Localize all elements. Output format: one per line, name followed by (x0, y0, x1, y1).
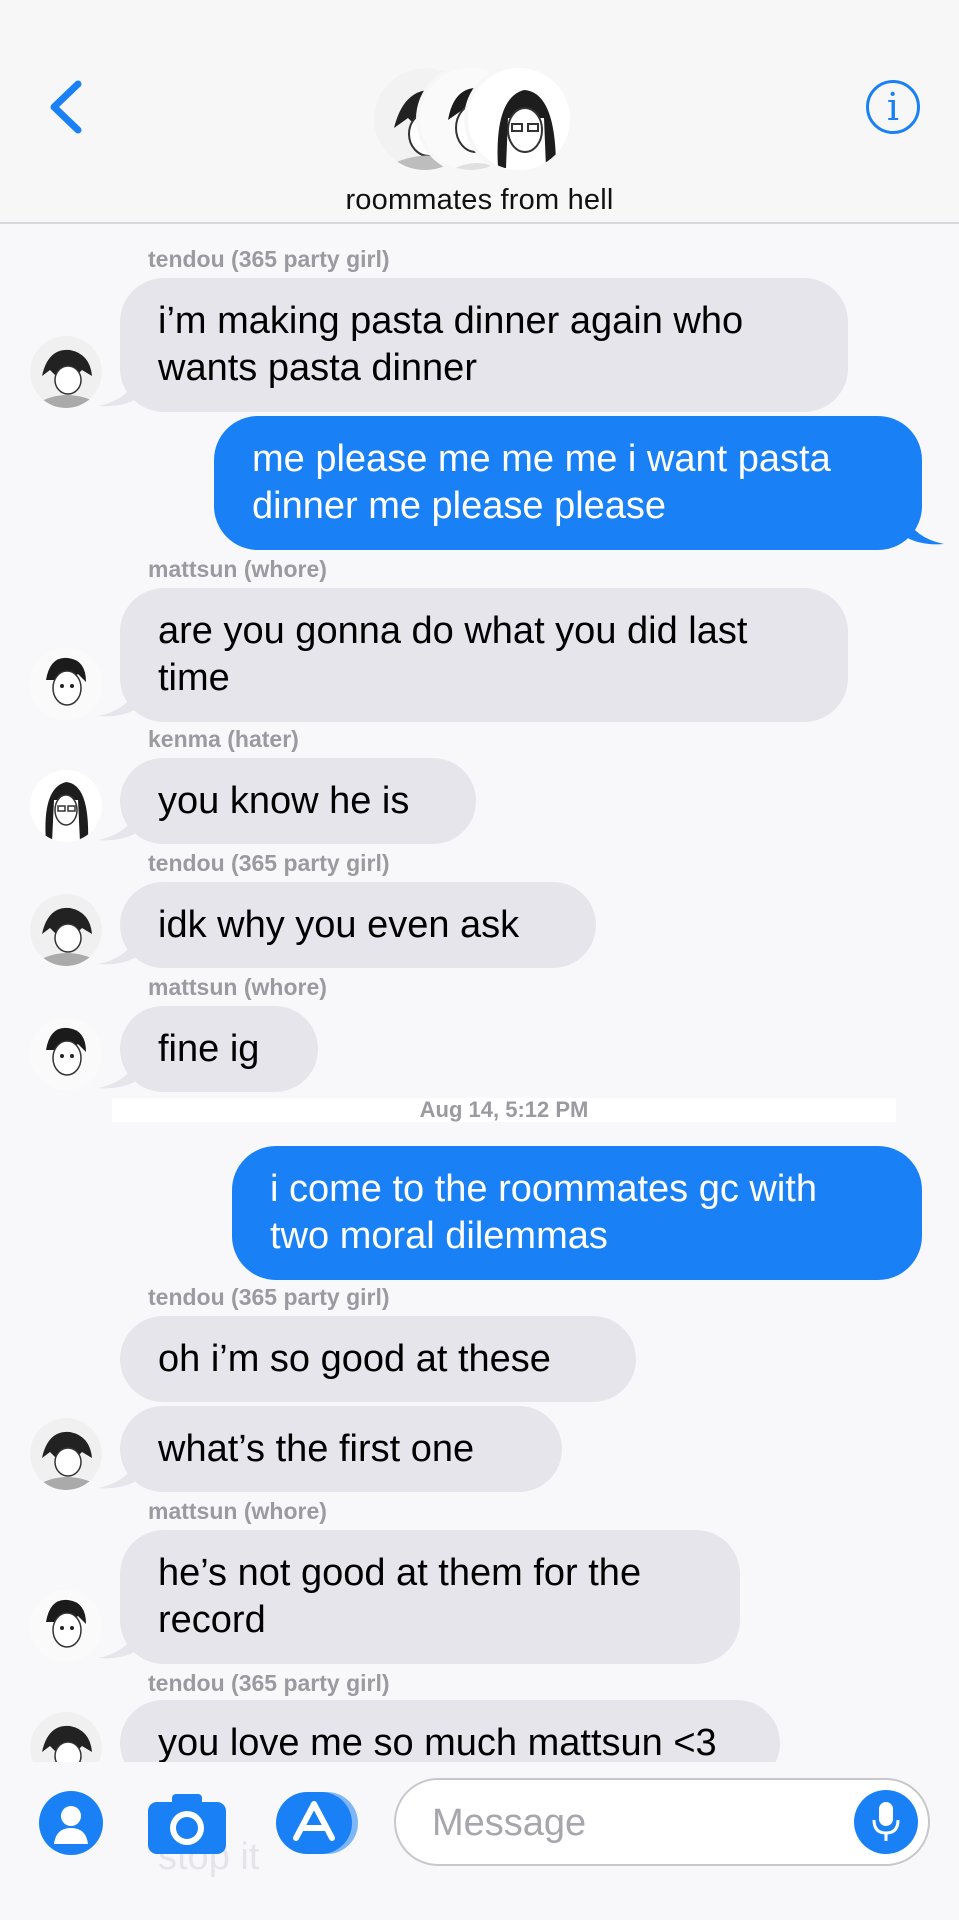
avatar-mattsun[interactable] (30, 1018, 102, 1090)
sender-name: tendou (365 party girl) (148, 246, 390, 272)
sender-name: kenma (hater) (148, 726, 299, 752)
conversation-header: i roommates from hell (0, 0, 959, 224)
avatar-kenma[interactable] (30, 770, 102, 842)
message-list[interactable]: tendou (365 party girl) i’m making pasta… (0, 226, 959, 1762)
bubble-tail (98, 810, 138, 841)
avatar-mattsun[interactable] (30, 1590, 102, 1662)
info-icon[interactable]: i (866, 80, 920, 134)
incoming-message-bubble[interactable]: what’s the first one (120, 1406, 562, 1492)
sender-name: tendou (365 party girl) (148, 850, 390, 876)
sender-name: mattsun (whore) (148, 974, 327, 1000)
incoming-message-bubble[interactable]: idk why you even ask (120, 882, 596, 968)
contact-icon[interactable] (38, 1790, 104, 1856)
bubble-tail (98, 686, 138, 717)
avatar-tendou[interactable] (30, 894, 102, 966)
incoming-message-bubble[interactable]: you love me so much mattsun <3 (120, 1700, 780, 1762)
bubble-tail (98, 1458, 138, 1489)
outgoing-message-bubble[interactable]: me please me me me i want pasta dinner m… (214, 416, 922, 550)
sender-name: tendou (365 party girl) (148, 1284, 390, 1310)
incoming-message-bubble[interactable]: you know he is (120, 758, 476, 844)
avatar-tendou[interactable] (30, 336, 102, 408)
back-chevron-icon[interactable] (44, 78, 92, 136)
incoming-message-bubble[interactable]: oh i’m so good at these (120, 1316, 636, 1402)
group-avatar-3 (464, 64, 574, 174)
group-title[interactable]: roommates from hell (0, 184, 959, 217)
avatar-tendou[interactable] (30, 1712, 102, 1762)
bubble-tail (904, 514, 944, 545)
microphone-icon[interactable] (854, 1790, 918, 1854)
sender-name: mattsun (whore) (148, 556, 327, 582)
sender-name: tendou (365 party girl) (148, 1670, 390, 1696)
incoming-message-bubble[interactable]: he’s not good at them for the record (120, 1530, 740, 1664)
avatar-mattsun[interactable] (30, 648, 102, 720)
outgoing-message-bubble[interactable]: i come to the roommates gc with two mora… (232, 1146, 922, 1280)
sender-name: mattsun (whore) (148, 1498, 327, 1524)
avatar-tendou[interactable] (30, 1418, 102, 1490)
timestamp: Aug 14, 5:12 PM (112, 1098, 896, 1122)
group-avatar-stack[interactable] (370, 64, 574, 174)
bubble-tail (98, 1628, 138, 1659)
incoming-message-bubble[interactable]: are you gonna do what you did last time (120, 588, 848, 722)
message-input[interactable] (432, 1796, 832, 1850)
bubble-tail (98, 376, 138, 407)
message-input-field[interactable] (394, 1778, 930, 1866)
incoming-message-bubble[interactable]: i’m making pasta dinner again who wants … (120, 278, 848, 412)
bubble-tail (98, 1058, 138, 1089)
app-store-icon[interactable] (274, 1790, 362, 1856)
camera-icon[interactable] (146, 1790, 228, 1856)
incoming-message-bubble[interactable]: fine ig (120, 1006, 318, 1092)
bubble-tail (98, 934, 138, 965)
